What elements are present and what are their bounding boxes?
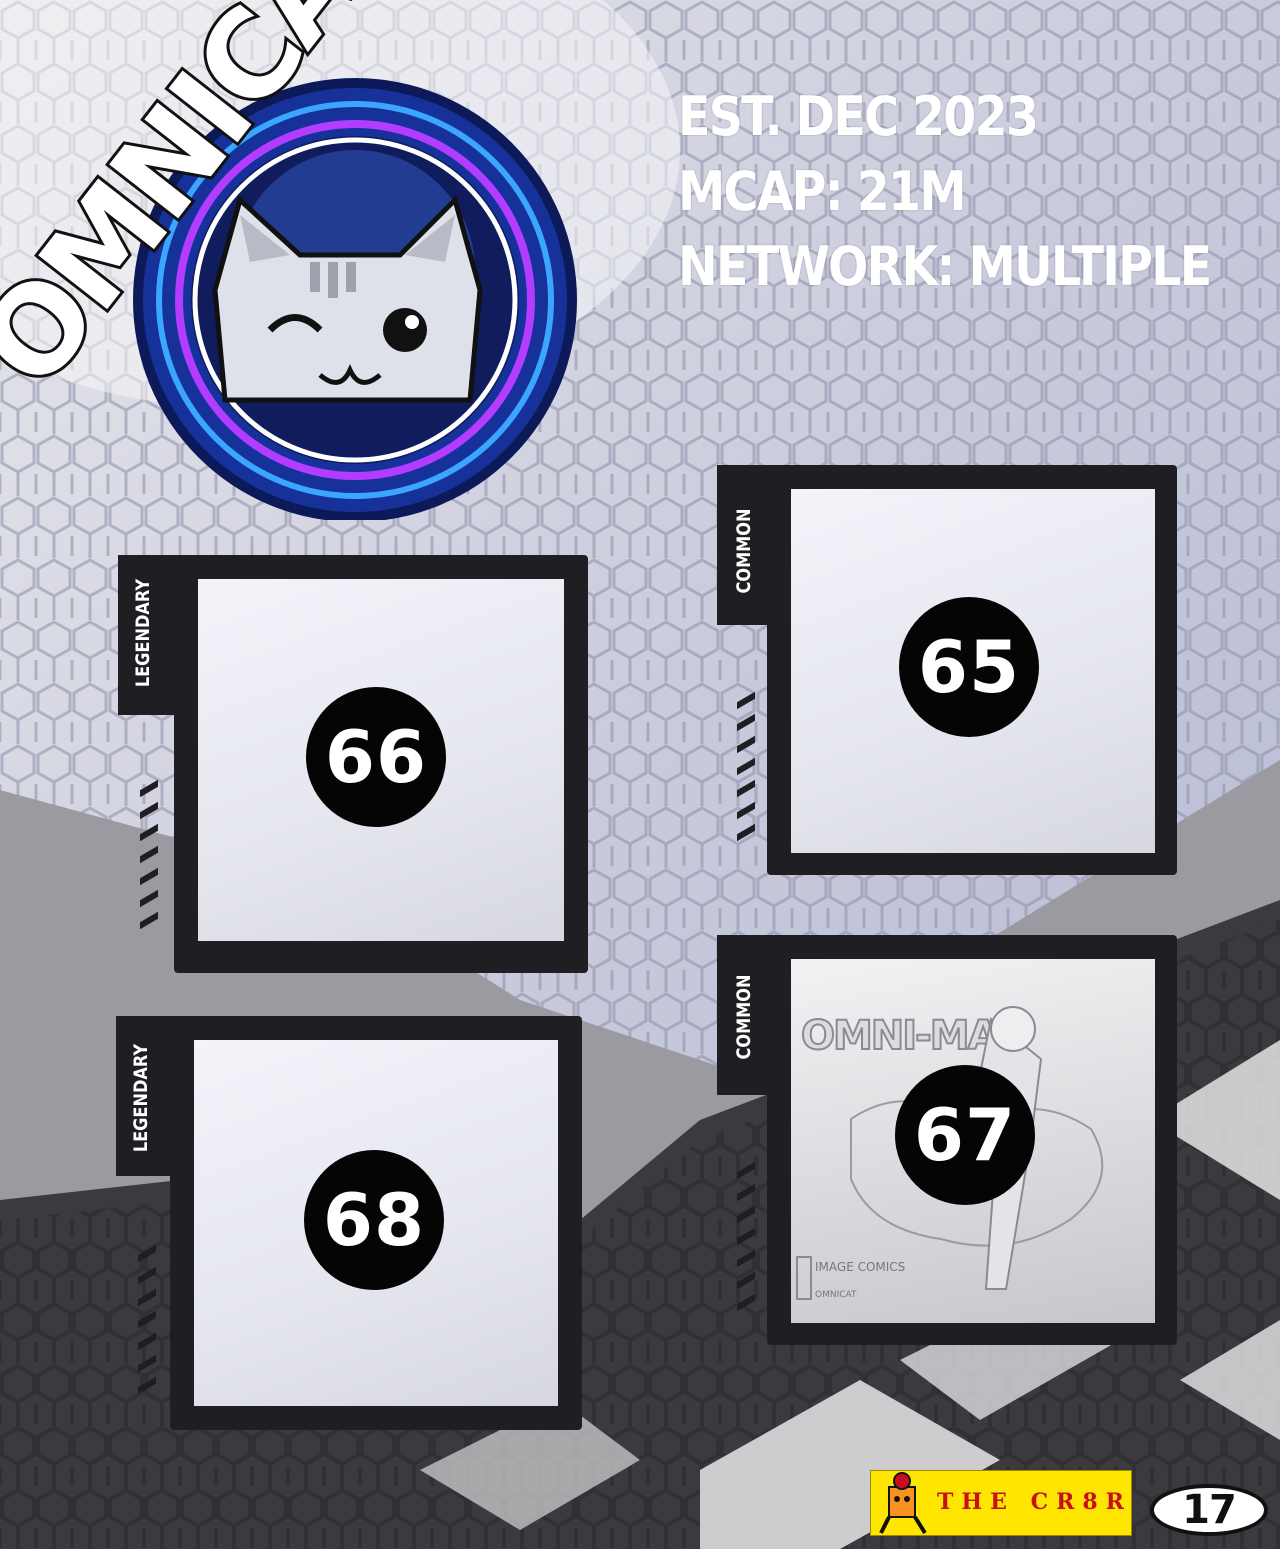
established-date: EST. DEC 2023: [678, 85, 1039, 148]
card-67[interactable]: COMMON OMNI-MAN IMAGE COMICS OMNICAT 67: [717, 935, 1177, 1345]
rarity-label: LEGENDARY: [132, 578, 154, 688]
rarity-label: LEGENDARY: [130, 1043, 152, 1153]
cr8r-logo[interactable]: THE CR8R: [870, 1470, 1132, 1536]
token-info: EST. DEC 2023 MCAP: 21M NETWORK: MULTIPL…: [678, 90, 1280, 315]
card-66[interactable]: LEGENDARY 66: [118, 555, 588, 973]
card-number-badge: 65: [899, 597, 1039, 737]
network: NETWORK: MULTIPLE: [678, 235, 1212, 298]
market-cap: MCAP: 21M: [678, 160, 967, 223]
page-number: 17: [1150, 1484, 1268, 1536]
card-68[interactable]: LEGENDARY 68: [116, 1016, 582, 1430]
card-number-badge: 67: [895, 1065, 1035, 1205]
publisher: IMAGE COMICS: [815, 1260, 905, 1274]
rarity-label: COMMON: [733, 508, 755, 594]
rarity-label: COMMON: [733, 974, 755, 1060]
publisher-sub: OMNICAT: [815, 1290, 857, 1300]
omnicat-logo: OMNICAT: [0, 0, 600, 522]
card-number-badge: 66: [306, 687, 446, 827]
card-65[interactable]: COMMON 65: [717, 465, 1177, 875]
card-number-badge: 68: [304, 1150, 444, 1290]
cr8r-brand-text: THE CR8R: [937, 1489, 1132, 1515]
cr8r-mascot-icon: [879, 1472, 927, 1535]
